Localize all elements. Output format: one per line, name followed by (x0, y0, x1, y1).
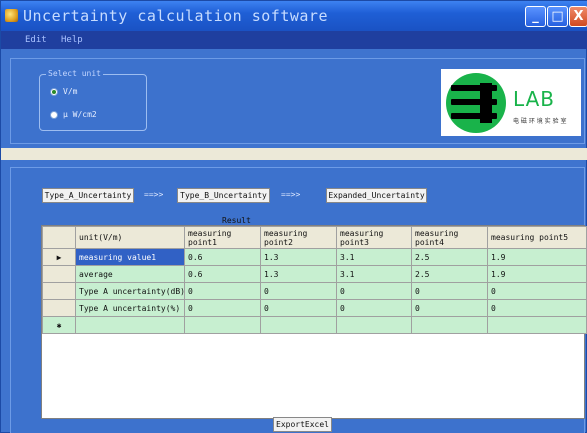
flow-arrow-1: ==>> (144, 190, 164, 199)
export-excel-button[interactable]: ExportExcel (273, 417, 332, 432)
table-cell[interactable]: 1.9 (487, 248, 587, 266)
table-cell[interactable]: 3.1 (336, 265, 412, 283)
table-row[interactable]: Type A uncertainty(%) 0 0 0 0 0 (42, 299, 587, 317)
table-cell[interactable]: 0.6 (184, 265, 261, 283)
result-label: Result (222, 216, 251, 225)
new-row-cell[interactable] (75, 316, 185, 334)
row-label[interactable]: measuring value1 (75, 248, 185, 266)
table-cell[interactable]: 2.5 (411, 265, 488, 283)
corner-header (42, 226, 76, 249)
table-cell[interactable]: 0 (411, 282, 488, 300)
close-button[interactable]: X (569, 6, 587, 27)
unit-option-uwcm2-label: μ W/cm2 (63, 110, 97, 119)
menu-edit[interactable]: Edit (25, 35, 47, 45)
result-table: unit(V/m) measuring point1 measuring poi… (42, 226, 587, 334)
row-header[interactable] (42, 265, 76, 283)
expanded-uncertainty-button[interactable]: Expanded_Uncertainty (326, 188, 427, 203)
row-label[interactable]: average (75, 265, 185, 283)
table-cell[interactable]: 0 (260, 299, 337, 317)
table-cell[interactable]: 0 (487, 282, 587, 300)
table-row[interactable]: average 0.6 1.3 3.1 2.5 1.9 (42, 265, 587, 283)
app-icon (5, 9, 18, 22)
unit-panel: Select unit V/m μ W/cm2 LAB 电 磁 环 境 实 验 … (10, 58, 585, 144)
type-a-uncertainty-button[interactable]: Type_A_Uncertainty (42, 188, 134, 203)
table-cell[interactable]: 0 (411, 299, 488, 317)
unit-group-legend: Select unit (46, 69, 103, 78)
new-row-marker[interactable]: ✱ (42, 316, 76, 334)
column-header-point3[interactable]: measuring point3 (336, 226, 412, 249)
maximize-button[interactable]: □ (547, 6, 568, 27)
table-cell[interactable]: 1.3 (260, 265, 337, 283)
new-row-cell[interactable] (260, 316, 337, 334)
logo-text: LAB (513, 87, 556, 111)
column-header-point5[interactable]: measuring point5 (487, 226, 587, 249)
table-cell[interactable]: 0.6 (184, 248, 261, 266)
type-b-uncertainty-button[interactable]: Type_B_Uncertainty (177, 188, 270, 203)
current-row-marker[interactable]: ▶ (42, 248, 76, 266)
table-cell[interactable]: 0 (487, 299, 587, 317)
table-cell[interactable]: 0 (336, 299, 412, 317)
unit-option-uwcm2[interactable]: μ W/cm2 (50, 110, 97, 119)
flow-arrow-2: ==>> (281, 190, 301, 199)
title-bar[interactable]: Uncertainty calculation software _ □ X (1, 1, 587, 31)
window-title: Uncertainty calculation software (23, 7, 328, 25)
separator-strip (1, 148, 587, 160)
new-row-cell[interactable] (336, 316, 412, 334)
new-row-cell[interactable] (411, 316, 488, 334)
column-header-point4[interactable]: measuring point4 (411, 226, 488, 249)
column-header-unit[interactable]: unit(V/m) (75, 226, 185, 249)
table-cell[interactable]: 0 (336, 282, 412, 300)
column-header-point2[interactable]: measuring point2 (260, 226, 337, 249)
table-row[interactable]: Type A uncertainty(dB) 0 0 0 0 0 (42, 282, 587, 300)
table-row[interactable]: ▶ measuring value1 0.6 1.3 3.1 2.5 1.9 (42, 248, 587, 266)
table-cell[interactable]: 2.5 (411, 248, 488, 266)
table-cell[interactable]: 0 (184, 299, 261, 317)
app-window: Uncertainty calculation software _ □ X E… (0, 0, 587, 433)
table-cell[interactable]: 1.3 (260, 248, 337, 266)
row-header[interactable] (42, 299, 76, 317)
table-cell[interactable]: 0 (184, 282, 261, 300)
calculation-panel: Type_A_Uncertainty ==>> Type_B_Uncertain… (10, 167, 587, 433)
unit-option-vm[interactable]: V/m (50, 87, 77, 96)
minimize-button[interactable]: _ (525, 6, 546, 27)
unit-group-box: Select unit V/m μ W/cm2 (39, 69, 147, 131)
lab-logo: LAB 电 磁 环 境 实 验 室 (441, 69, 581, 136)
column-header-point1[interactable]: measuring point1 (184, 226, 261, 249)
menu-bar: Edit Help (1, 31, 587, 49)
result-grid[interactable]: unit(V/m) measuring point1 measuring poi… (41, 225, 587, 419)
menu-help[interactable]: Help (61, 35, 83, 45)
table-cell[interactable]: 1.9 (487, 265, 587, 283)
row-label[interactable]: Type A uncertainty(%) (75, 299, 185, 317)
table-cell[interactable]: 3.1 (336, 248, 412, 266)
row-header[interactable] (42, 282, 76, 300)
radio-vm-selected[interactable] (50, 87, 58, 96)
logo-stem (480, 83, 492, 123)
table-cell[interactable]: 0 (260, 282, 337, 300)
new-row[interactable]: ✱ (42, 316, 587, 334)
radio-uwcm2[interactable] (50, 110, 58, 119)
logo-subtitle: 电 磁 环 境 实 验 室 (513, 118, 567, 125)
unit-option-vm-label: V/m (63, 87, 78, 96)
new-row-cell[interactable] (487, 316, 587, 334)
new-row-cell[interactable] (184, 316, 261, 334)
row-label[interactable]: Type A uncertainty(dB) (75, 282, 185, 300)
